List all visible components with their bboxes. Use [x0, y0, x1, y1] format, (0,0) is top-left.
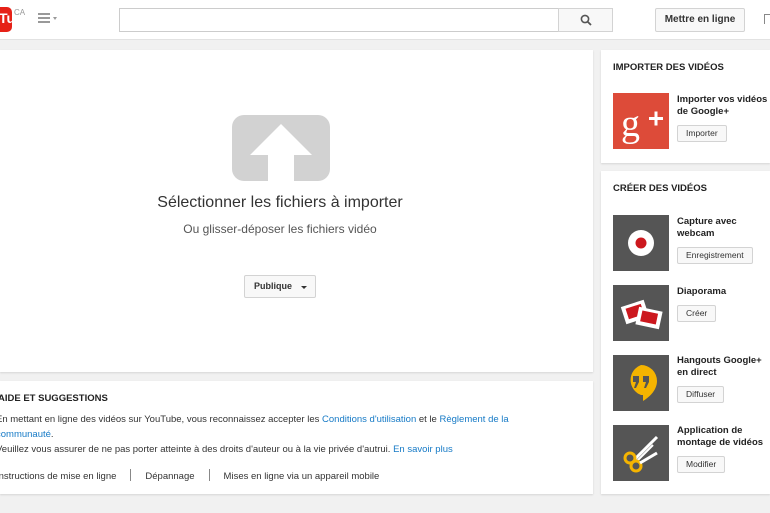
import-gplus-title: Importer vos vidéos: [677, 94, 768, 105]
divider: [208, 469, 210, 481]
create-slideshow-button[interactable]: Créer: [677, 305, 717, 322]
community-guidelines-link[interactable]: Règlement de la: [440, 414, 509, 425]
masthead: Tube CA Mettre en ligne: [0, 0, 770, 40]
help-panel: AIDE ET SUGGESTIONS En mettant en ligne …: [0, 381, 593, 494]
help-text: .: [50, 429, 54, 440]
help-text: En mettant en ligne des vidéos sur YouTu…: [0, 414, 323, 425]
help-copyright-line: Veuillez vous assurer de ne pas porter a…: [0, 444, 453, 455]
import-button[interactable]: Importer: [677, 125, 727, 142]
hangouts-icon[interactable]: [613, 355, 669, 411]
scissors-icon[interactable]: [613, 425, 669, 481]
upload-arrow-icon[interactable]: [232, 115, 330, 181]
chevron-down-icon: [301, 286, 307, 289]
edit-button[interactable]: Modifier: [677, 456, 726, 473]
webcam-title: Capture avec: [677, 216, 737, 227]
record-button[interactable]: Enregistrement: [677, 247, 753, 264]
import-videos-panel: IMPORTER DES VIDÉOS g Importer vos vidéo…: [601, 50, 770, 163]
search-input[interactable]: [119, 8, 558, 32]
search-icon: [580, 14, 592, 26]
help-text: et le: [416, 414, 440, 425]
upload-dropzone[interactable]: Sélectionner les fichiers à importer Ou …: [0, 50, 593, 372]
region-code: CA: [14, 8, 26, 17]
import-gplus-title-2: de Google+: [677, 106, 729, 117]
guide-menu-icon[interactable]: [38, 13, 50, 23]
help-title: AIDE ET SUGGESTIONS: [0, 393, 108, 404]
svg-text:g: g: [621, 103, 640, 145]
help-terms-line-2: communauté.: [0, 429, 54, 440]
import-heading: IMPORTER DES VIDÉOS: [613, 62, 724, 73]
troubleshooting-link[interactable]: Dépannage: [145, 471, 194, 482]
privacy-dropdown[interactable]: Publique: [244, 275, 316, 298]
google-plus-icon[interactable]: g: [613, 93, 669, 149]
help-terms-line: En mettant en ligne des vidéos sur YouTu…: [0, 414, 509, 425]
notification-icon[interactable]: [764, 14, 770, 24]
search-button[interactable]: [558, 8, 613, 32]
hangouts-title-2: en direct: [677, 367, 717, 378]
guide-caret-icon[interactable]: [53, 17, 57, 20]
divider: [130, 469, 132, 481]
youtube-logo[interactable]: Tube: [0, 7, 31, 32]
webcam-title-2: webcam: [677, 228, 715, 239]
video-editor-title: Application de: [677, 425, 743, 436]
upload-instructions-link[interactable]: Instructions de mise en ligne: [0, 471, 116, 482]
slideshow-icon[interactable]: [613, 285, 669, 341]
webcam-record-icon[interactable]: [613, 215, 669, 271]
community-guidelines-link-cont[interactable]: communauté: [0, 429, 51, 440]
mobile-upload-link[interactable]: Mises en ligne via un appareil mobile: [224, 471, 380, 482]
create-videos-panel: CRÉER DES VIDÉOS Capture avec webcam Enr…: [601, 171, 770, 494]
video-editor-title-2: montage de vidéos: [677, 437, 764, 448]
broadcast-button[interactable]: Diffuser: [677, 386, 725, 403]
upload-subtitle: Ou glisser-déposer les fichiers vidéo: [183, 222, 377, 236]
help-text: Veuillez vous assurer de ne pas porter a…: [0, 444, 394, 455]
hangouts-title: Hangouts Google+: [677, 355, 762, 366]
upload-button[interactable]: Mettre en ligne: [655, 8, 745, 32]
upload-title: Sélectionner les fichiers à importer: [157, 194, 403, 211]
privacy-label: Publique: [254, 281, 292, 291]
help-links: Instructions de mise en ligne Dépannage Mi…: [0, 469, 379, 482]
create-heading: CRÉER DES VIDÉOS: [613, 183, 707, 194]
learn-more-link[interactable]: En savoir plus: [393, 444, 453, 455]
slideshow-title: Diaporama: [677, 286, 727, 297]
terms-link[interactable]: Conditions d'utilisation: [322, 414, 416, 425]
